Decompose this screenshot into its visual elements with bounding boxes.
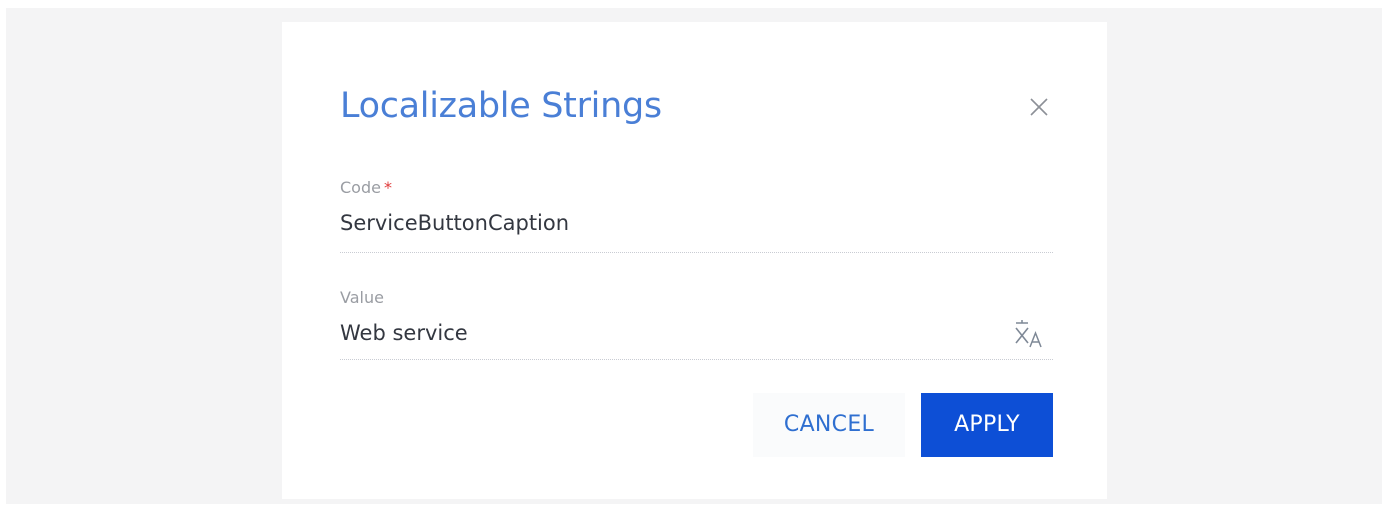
value-label: Value [340,288,384,307]
code-input[interactable] [340,207,1000,239]
value-field: Value [340,287,1053,360]
close-button[interactable] [1024,92,1054,122]
translate-button[interactable] [1012,319,1048,349]
code-field: Code * [340,177,1053,253]
code-label: Code * [340,177,392,199]
translate-icon [1015,320,1042,348]
required-mark: * [383,178,392,197]
value-input[interactable] [340,317,1000,349]
dialog-title: Localizable Strings [340,86,662,126]
cancel-button[interactable]: CANCEL [753,393,905,457]
localizable-strings-dialog: Localizable Strings Code* Value CANCEL A… [282,22,1107,499]
close-icon [1030,98,1048,116]
apply-button[interactable]: APPLY [921,393,1053,457]
code-label-text: Code [340,178,381,197]
